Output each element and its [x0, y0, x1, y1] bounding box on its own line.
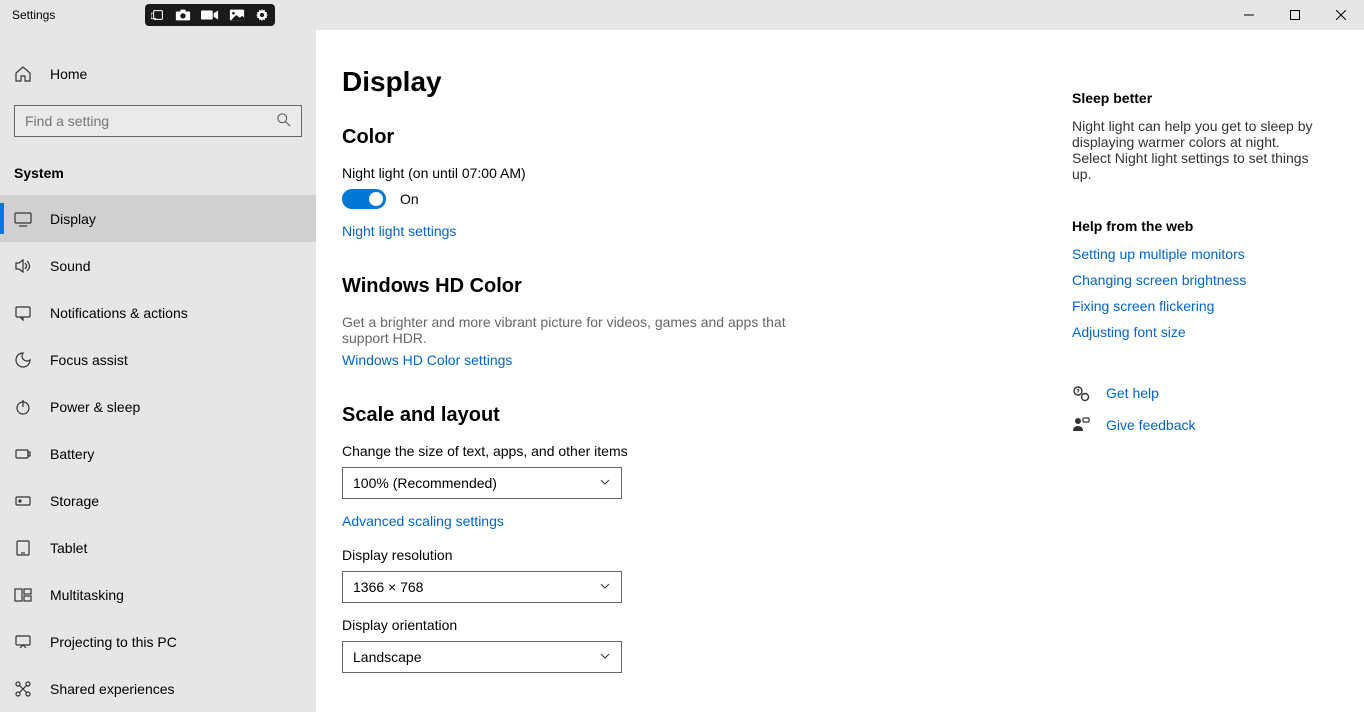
section-hd-color: Windows HD Color Get a brighter and more… [342, 275, 1060, 368]
projecting-icon [14, 633, 32, 651]
close-button[interactable] [1318, 0, 1364, 30]
resolution-label: Display resolution [342, 547, 1060, 563]
settings-content: Display Color Night light (on until 07:0… [316, 30, 1060, 712]
focus-assist-icon [14, 351, 32, 369]
hd-color-heading: Windows HD Color [342, 275, 1060, 298]
gear-icon [255, 8, 269, 22]
nav-label: Battery [50, 446, 94, 462]
sidebar-item-sound[interactable]: Sound [0, 242, 316, 289]
home-nav[interactable]: Home [0, 50, 316, 97]
dropdown-value: Landscape [353, 649, 422, 665]
nav-label: Projecting to this PC [50, 634, 177, 650]
power-icon [14, 398, 32, 416]
titlebar: Settings [0, 0, 1364, 30]
system-heading: System [0, 151, 316, 195]
sidebar-item-multitasking[interactable]: Multitasking [0, 571, 316, 618]
display-icon [14, 210, 32, 228]
sidebar-item-display[interactable]: Display [0, 195, 316, 242]
get-help-link: Get help [1106, 385, 1159, 401]
feedback-row[interactable]: Give feedback [1072, 416, 1344, 434]
color-heading: Color [342, 126, 1060, 149]
night-light-label: Night light (on until 07:00 AM) [342, 165, 1060, 181]
feedback-link: Give feedback [1106, 417, 1196, 433]
app-title: Settings [12, 8, 55, 22]
main-area: Display Color Night light (on until 07:0… [316, 30, 1364, 712]
section-scale: Scale and layout Change the size of text… [342, 404, 1060, 673]
advanced-scaling-link[interactable]: Advanced scaling settings [342, 513, 504, 529]
home-label: Home [50, 66, 87, 82]
capture-icon [151, 8, 165, 22]
nav-label: Sound [50, 258, 90, 274]
maximize-button[interactable] [1272, 0, 1318, 30]
nav-label: Focus assist [50, 352, 128, 368]
search-box[interactable] [14, 105, 302, 137]
hd-color-desc: Get a brighter and more vibrant picture … [342, 314, 802, 346]
help-link-monitors[interactable]: Setting up multiple monitors [1072, 246, 1344, 262]
battery-icon [14, 445, 32, 463]
right-panel: Sleep better Night light can help you ge… [1060, 30, 1364, 712]
sleep-better-heading: Sleep better [1072, 90, 1344, 106]
storage-icon [14, 492, 32, 510]
section-color: Color Night light (on until 07:00 AM) On… [342, 126, 1060, 239]
help-links: Setting up multiple monitors Changing sc… [1072, 246, 1344, 340]
toggle-knob [369, 192, 383, 206]
hd-color-settings-link[interactable]: Windows HD Color settings [342, 352, 512, 368]
get-help-icon [1072, 384, 1090, 402]
help-link-brightness[interactable]: Changing screen brightness [1072, 272, 1344, 288]
sidebar: Home System Display Sound [0, 30, 316, 712]
chevron-down-icon [599, 475, 611, 491]
get-help-row[interactable]: Get help [1072, 384, 1344, 402]
page-title: Display [342, 66, 1060, 98]
minimize-button[interactable] [1226, 0, 1272, 30]
nav-label: Storage [50, 493, 99, 509]
help-link-flickering[interactable]: Fixing screen flickering [1072, 298, 1344, 314]
nav-label: Display [50, 211, 96, 227]
multitasking-icon [14, 586, 32, 604]
sleep-better-desc: Night light can help you get to sleep by… [1072, 118, 1322, 182]
sidebar-item-notifications[interactable]: Notifications & actions [0, 289, 316, 336]
nav-label: Multitasking [50, 587, 124, 603]
chevron-down-icon [599, 649, 611, 665]
nav-label: Shared experiences [50, 681, 175, 697]
search-input[interactable] [15, 113, 267, 129]
search-icon [267, 113, 301, 130]
sound-icon [14, 257, 32, 275]
record-icon [201, 9, 219, 21]
chevron-down-icon [599, 579, 611, 595]
game-bar-overlay[interactable] [145, 4, 275, 26]
orientation-label: Display orientation [342, 617, 1060, 633]
help-web-heading: Help from the web [1072, 218, 1344, 234]
scale-heading: Scale and layout [342, 404, 1060, 427]
scale-size-dropdown[interactable]: 100% (Recommended) [342, 467, 622, 499]
scale-size-label: Change the size of text, apps, and other… [342, 443, 1060, 459]
resolution-dropdown[interactable]: 1366 × 768 [342, 571, 622, 603]
dropdown-value: 1366 × 768 [353, 579, 423, 595]
nav-label: Notifications & actions [50, 305, 188, 321]
toggle-state: On [400, 191, 419, 207]
feedback-icon [1072, 416, 1090, 434]
orientation-dropdown[interactable]: Landscape [342, 641, 622, 673]
sidebar-item-storage[interactable]: Storage [0, 477, 316, 524]
sidebar-item-tablet[interactable]: Tablet [0, 524, 316, 571]
sidebar-item-focus-assist[interactable]: Focus assist [0, 336, 316, 383]
help-link-font-size[interactable]: Adjusting font size [1072, 324, 1344, 340]
nav-label: Tablet [50, 540, 87, 556]
sidebar-item-shared-experiences[interactable]: Shared experiences [0, 665, 316, 712]
night-light-toggle[interactable] [342, 189, 386, 209]
tablet-icon [14, 539, 32, 557]
dropdown-value: 100% (Recommended) [353, 475, 497, 491]
home-icon [14, 65, 32, 83]
sidebar-item-battery[interactable]: Battery [0, 430, 316, 477]
nav-label: Power & sleep [50, 399, 140, 415]
image-icon [229, 8, 245, 22]
sidebar-item-power-sleep[interactable]: Power & sleep [0, 383, 316, 430]
notifications-icon [14, 304, 32, 322]
sidebar-item-projecting[interactable]: Projecting to this PC [0, 618, 316, 665]
shared-experiences-icon [14, 680, 32, 698]
night-light-settings-link[interactable]: Night light settings [342, 223, 456, 239]
camera-icon [175, 8, 191, 22]
